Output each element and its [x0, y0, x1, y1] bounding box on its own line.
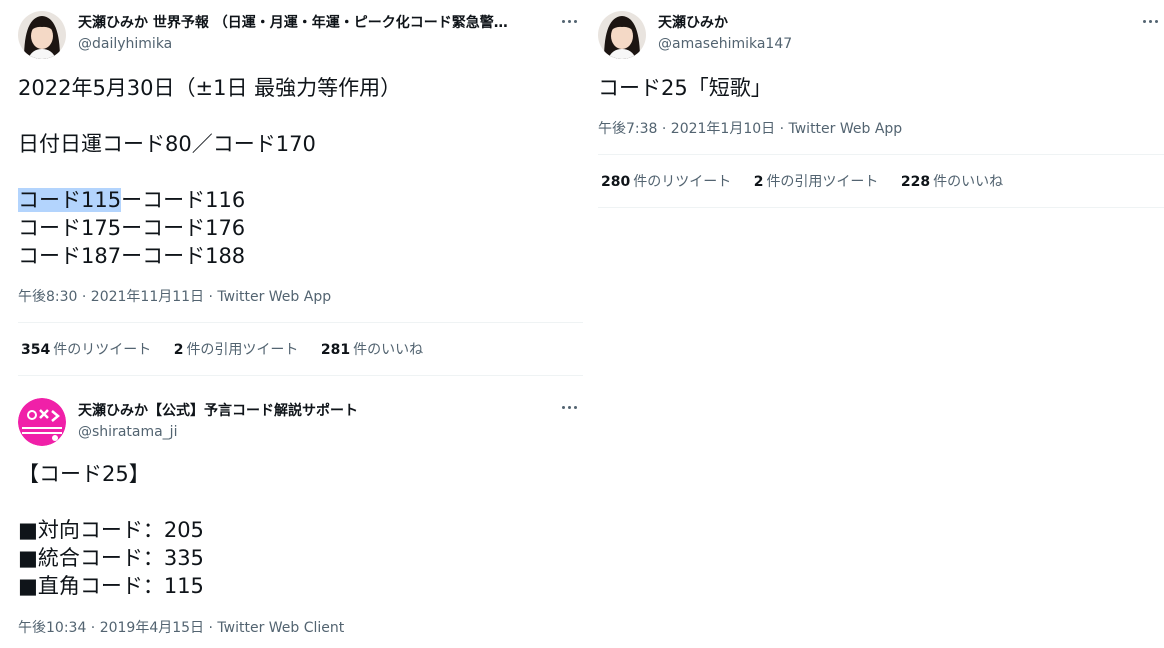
tweet-text: コード25「短歌」 [598, 74, 1146, 102]
retweets-stat[interactable]: 354 件のリツイート [21, 342, 151, 358]
tweet-timestamp[interactable]: 午後8:30 · 2021年11月11日 · Twitter Web App [18, 288, 331, 306]
more-options-icon[interactable] [557, 12, 581, 30]
avatar[interactable] [18, 11, 66, 59]
quote-tweets-stat[interactable]: 2 件の引用ツイート [174, 342, 299, 358]
tweet-timestamp[interactable]: 午後7:38 · 2021年1月10日 · Twitter Web App [598, 120, 902, 138]
tweet-text-line: 2022年5月30日（±1日 最強力等作用） [18, 76, 402, 100]
user-handle[interactable]: @shiratama_ji [78, 423, 177, 441]
tweet-text-line: ■統合コード：335 [18, 546, 204, 570]
likes-stat[interactable]: 281 件のいいね [321, 342, 423, 358]
tweet-text: 2022年5月30日（±1日 最強力等作用） 日付日運コード80／コード170 … [18, 74, 565, 270]
tweet-stats: 280 件のリツイート 2 件の引用ツイート 228 件のいいね [601, 173, 1021, 191]
tweet-header: 天瀬ひみか @amasehimika147 [580, 0, 1164, 70]
user-handle[interactable]: @dailyhimika [78, 35, 172, 53]
tweet-header: 天瀬ひみか 世界予報 （日運・月運・年運・ピーク化コード緊急警… @dailyh… [0, 0, 583, 70]
tweet-text-line: コード187ーコード188 [18, 244, 246, 268]
tweet-text-line: コード115ーコード116 [18, 186, 565, 214]
avatar[interactable] [598, 11, 646, 59]
tweet-stats: 354 件のリツイート 2 件の引用ツイート 281 件のいいね [21, 341, 441, 359]
divider [598, 154, 1164, 155]
tweet-text-fragment: ーコード116 [121, 188, 246, 212]
likes-stat[interactable]: 228 件のいいね [901, 174, 1003, 190]
divider [18, 322, 583, 323]
selected-text: コード115 [18, 188, 122, 212]
tweet-text-line: ■対向コード：205 [18, 518, 204, 542]
display-name[interactable]: 天瀬ひみか 世界予報 （日運・月運・年運・ピーク化コード緊急警… [78, 13, 533, 33]
divider [598, 207, 1164, 208]
tweet-text: 【コード25】 ■対向コード：205 ■統合コード：335 ■直角コード：115 [18, 460, 565, 600]
more-options-icon[interactable] [557, 398, 581, 416]
tweet-text-line: 【コード25】 [18, 462, 150, 486]
tweet-header: 天瀬ひみか【公式】予言コード解説サポート @shiratama_ji [0, 392, 583, 462]
tweet-text-line: ■直角コード：115 [18, 574, 204, 598]
user-handle[interactable]: @amasehimika147 [658, 35, 792, 53]
tweet-text-line: コード25「短歌」 [598, 76, 772, 100]
avatar[interactable] [18, 398, 66, 446]
divider [18, 375, 583, 376]
retweets-stat[interactable]: 280 件のリツイート [601, 174, 731, 190]
tweet-timestamp[interactable]: 午後10:34 · 2019年4月15日 · Twitter Web Clien… [18, 619, 344, 637]
more-options-icon[interactable] [1138, 12, 1162, 30]
tweet-text-line: 日付日運コード80／コード170 [18, 132, 316, 156]
tweet-text-line: コード175ーコード176 [18, 216, 246, 240]
display-name[interactable]: 天瀬ひみか [658, 13, 1114, 33]
quote-tweets-stat[interactable]: 2 件の引用ツイート [754, 174, 879, 190]
display-name[interactable]: 天瀬ひみか【公式】予言コード解説サポート [78, 401, 533, 421]
